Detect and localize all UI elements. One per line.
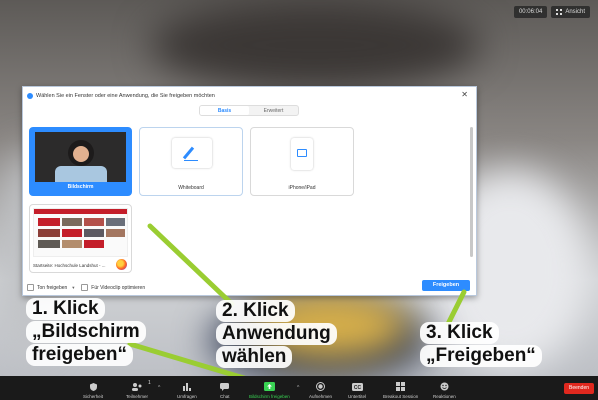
participant-count: 1 xyxy=(148,380,151,386)
polls-icon xyxy=(183,383,192,391)
cc-icon: CC xyxy=(351,383,363,391)
toolbar-polls[interactable]: Umfragen xyxy=(177,383,197,399)
toolbar-captions-label: Untertitel xyxy=(348,394,367,399)
toolbar-chat-label: Chat xyxy=(220,394,230,399)
reactions-icon xyxy=(440,382,449,391)
svg-text:CC: CC xyxy=(353,385,361,391)
annotation-step3: 3. Klick „Freigeben“ xyxy=(420,322,542,368)
annotation-step1-line3: freigeben“ xyxy=(26,344,134,366)
record-icon xyxy=(316,382,326,391)
toolbar-breakout-label: Breakout Session xyxy=(383,394,419,399)
annotation-step1-line2: „Bildschirm xyxy=(26,321,146,343)
toolbar-polls-label: Umfragen xyxy=(177,394,197,399)
share-screen-icon xyxy=(263,382,275,391)
toolbar-security-label: Sicherheit xyxy=(83,394,104,399)
toolbar-chat[interactable]: Chat xyxy=(220,383,230,399)
meeting-toolbar: Sicherheit Teilnehmer 1 ^ Umfragen Chat … xyxy=(0,376,598,400)
annotation-step2-line1: 2. Klick xyxy=(216,300,295,322)
annotation-step2-line3: wählen xyxy=(216,346,293,368)
shield-icon xyxy=(89,383,97,391)
arrow-step2 xyxy=(147,223,235,307)
toolbar-breakout[interactable]: Breakout Session xyxy=(383,382,418,399)
toolbar-participants-label: Teilnehmer xyxy=(126,394,149,399)
chevron-up-icon[interactable]: ^ xyxy=(297,385,299,391)
breakout-icon xyxy=(396,382,406,391)
toolbar-reactions-label: Reaktionen xyxy=(433,394,456,399)
annotation-step1-line1: 1. Klick xyxy=(26,298,105,320)
toolbar-share-screen[interactable]: Bildschirm freigeben xyxy=(249,382,290,399)
toolbar-participants[interactable]: Teilnehmer xyxy=(126,383,148,399)
participants-icon xyxy=(132,383,142,391)
annotation-step3-line1: 3. Klick xyxy=(420,322,499,344)
toolbar-security[interactable]: Sicherheit xyxy=(83,383,103,399)
chevron-up-icon[interactable]: ^ xyxy=(158,385,160,391)
toolbar-reactions[interactable]: Reaktionen xyxy=(433,382,456,399)
toolbar-record[interactable]: Aufnehmen xyxy=(309,382,332,399)
arrow-step3 xyxy=(445,289,467,327)
chat-icon xyxy=(220,383,230,391)
annotation-step3-line2: „Freigeben“ xyxy=(420,345,542,367)
annotation-step2: 2. Klick Anwendung wählen xyxy=(216,300,337,369)
toolbar-share-screen-label: Bildschirm freigeben xyxy=(249,394,290,399)
toolbar-record-label: Aufnehmen xyxy=(309,394,333,399)
annotation-step2-line2: Anwendung xyxy=(216,323,337,345)
annotation-step1: 1. Klick „Bildschirm freigeben“ xyxy=(26,298,146,367)
toolbar-captions[interactable]: CC Untertitel xyxy=(348,383,366,399)
end-meeting-button[interactable]: Beenden xyxy=(564,383,594,394)
